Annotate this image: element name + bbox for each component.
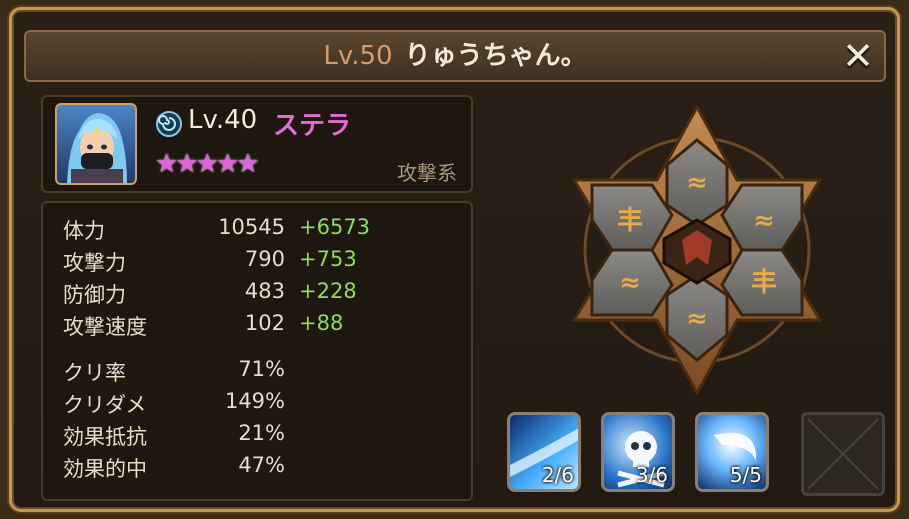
- stat-label: クリダメ: [63, 393, 147, 417]
- stat-label: 攻撃速度: [63, 315, 147, 339]
- stat-row: クリダメ 149%: [63, 389, 463, 417]
- stat-label: 防御力: [63, 283, 126, 307]
- svg-text:≈: ≈: [753, 206, 775, 236]
- stat-row: クリ率 71%: [63, 357, 463, 385]
- svg-text:≈: ≈: [686, 168, 708, 198]
- rune-emblem[interactable]: ≈ ≈ 丰 ≈ ≈ 丰: [572, 105, 822, 395]
- stat-row: 効果抵抗 21%: [63, 421, 463, 449]
- stat-bonus: +88: [299, 311, 344, 335]
- monster-name: ステラ: [273, 111, 352, 141]
- stat-bonus: +6573: [299, 215, 371, 239]
- stat-label: 体力: [63, 219, 105, 243]
- empty-skill-slot: [801, 412, 885, 496]
- svg-text:丰: 丰: [617, 206, 643, 236]
- monster-type: 攻撃系: [397, 161, 457, 185]
- svg-text:丰: 丰: [751, 268, 777, 298]
- skill-level: 5/5: [729, 463, 762, 487]
- stat-label: 効果的中: [63, 457, 147, 481]
- stat-row: 攻撃力 790 +753: [63, 247, 463, 275]
- stat-value: 483: [244, 279, 285, 303]
- stat-row: 体力 10545 +6573: [63, 215, 463, 243]
- stat-bonus: +753: [299, 247, 357, 271]
- player-level: Lv.50: [323, 41, 393, 71]
- skill-level: 3/6: [635, 463, 668, 487]
- star-icon: ★: [236, 149, 260, 179]
- stat-value: 10545: [218, 215, 285, 239]
- monster-portrait[interactable]: [55, 103, 137, 185]
- player-name: りゅうちゃん。: [404, 41, 587, 71]
- stat-row: 攻撃速度 102 +88: [63, 311, 463, 339]
- skill-2-skull[interactable]: 3/6: [601, 412, 675, 492]
- stat-value: 790: [244, 247, 285, 271]
- empty-slot-x-icon: [807, 418, 879, 490]
- stat-value: 47%: [238, 453, 285, 477]
- stat-label: クリ率: [63, 361, 126, 385]
- title-bar: Lv.50 りゅうちゃん。 ✕: [24, 30, 886, 82]
- stat-label: 攻撃力: [63, 251, 126, 275]
- svg-text:≈: ≈: [686, 304, 708, 334]
- stat-bonus: +228: [299, 279, 357, 303]
- monster-level: Lv.40: [188, 105, 258, 135]
- close-icon[interactable]: ✕: [838, 36, 878, 76]
- wind-element-icon: [156, 111, 182, 137]
- star-rating: ★★★★★: [155, 149, 260, 179]
- stat-value: 71%: [238, 357, 285, 381]
- skill-1-slash[interactable]: 2/6: [507, 412, 581, 492]
- stat-value: 21%: [238, 421, 285, 445]
- stat-label: 効果抵抗: [63, 425, 147, 449]
- stat-value: 149%: [224, 389, 285, 413]
- skill-level: 2/6: [541, 463, 574, 487]
- stat-row: 効果的中 47%: [63, 453, 463, 481]
- stat-value: 102: [244, 311, 285, 335]
- stats-panel: 体力 10545 +6573 攻撃力 790 +753 防御力 483 +228 攻撃速度 102 +…: [41, 201, 473, 501]
- skill-3-crescent[interactable]: 5/5: [695, 412, 769, 492]
- svg-text:≈: ≈: [619, 268, 641, 298]
- monster-info-panel: Lv.40 ステラ ★★★★★ 攻撃系: [41, 95, 473, 193]
- stat-row: 防御力 483 +228: [63, 279, 463, 307]
